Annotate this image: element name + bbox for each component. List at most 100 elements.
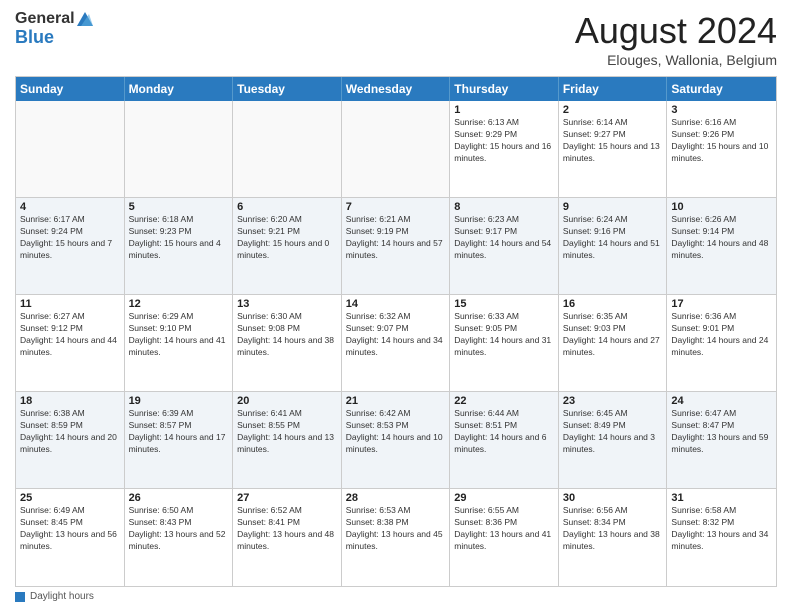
- sun-info: Sunrise: 6:29 AM Sunset: 9:10 PM Dayligh…: [129, 311, 229, 359]
- sun-info: Sunrise: 6:16 AM Sunset: 9:26 PM Dayligh…: [671, 117, 772, 165]
- day-number: 1: [454, 104, 554, 116]
- sun-info: Sunrise: 6:49 AM Sunset: 8:45 PM Dayligh…: [20, 505, 120, 553]
- day-number: 17: [671, 298, 772, 310]
- cal-header-day-sunday: Sunday: [16, 77, 125, 101]
- sun-info: Sunrise: 6:44 AM Sunset: 8:51 PM Dayligh…: [454, 408, 554, 456]
- day-number: 12: [129, 298, 229, 310]
- cal-cell-20: 20Sunrise: 6:41 AM Sunset: 8:55 PM Dayli…: [233, 392, 342, 488]
- cal-header-day-monday: Monday: [125, 77, 234, 101]
- cal-week-2: 4Sunrise: 6:17 AM Sunset: 9:24 PM Daylig…: [16, 198, 776, 295]
- day-number: 6: [237, 201, 337, 213]
- sun-info: Sunrise: 6:35 AM Sunset: 9:03 PM Dayligh…: [563, 311, 663, 359]
- cal-cell-8: 8Sunrise: 6:23 AM Sunset: 9:17 PM Daylig…: [450, 198, 559, 294]
- cal-week-4: 18Sunrise: 6:38 AM Sunset: 8:59 PM Dayli…: [16, 392, 776, 489]
- day-number: 3: [671, 104, 772, 116]
- day-number: 31: [671, 492, 772, 504]
- cal-cell-15: 15Sunrise: 6:33 AM Sunset: 9:05 PM Dayli…: [450, 295, 559, 391]
- day-number: 5: [129, 201, 229, 213]
- cal-cell-17: 17Sunrise: 6:36 AM Sunset: 9:01 PM Dayli…: [667, 295, 776, 391]
- sun-info: Sunrise: 6:24 AM Sunset: 9:16 PM Dayligh…: [563, 214, 663, 262]
- sun-info: Sunrise: 6:27 AM Sunset: 9:12 PM Dayligh…: [20, 311, 120, 359]
- sun-info: Sunrise: 6:18 AM Sunset: 9:23 PM Dayligh…: [129, 214, 229, 262]
- day-number: 16: [563, 298, 663, 310]
- footer-dot: [15, 592, 25, 602]
- day-number: 15: [454, 298, 554, 310]
- cal-cell-23: 23Sunrise: 6:45 AM Sunset: 8:49 PM Dayli…: [559, 392, 668, 488]
- sun-info: Sunrise: 6:42 AM Sunset: 8:53 PM Dayligh…: [346, 408, 446, 456]
- sun-info: Sunrise: 6:47 AM Sunset: 8:47 PM Dayligh…: [671, 408, 772, 456]
- cal-header-day-saturday: Saturday: [667, 77, 776, 101]
- calendar-body: 1Sunrise: 6:13 AM Sunset: 9:29 PM Daylig…: [16, 101, 776, 586]
- day-number: 27: [237, 492, 337, 504]
- cal-cell-1: 1Sunrise: 6:13 AM Sunset: 9:29 PM Daylig…: [450, 101, 559, 197]
- day-number: 29: [454, 492, 554, 504]
- day-number: 10: [671, 201, 772, 213]
- day-number: 28: [346, 492, 446, 504]
- calendar-header: SundayMondayTuesdayWednesdayThursdayFrid…: [16, 77, 776, 101]
- calendar: SundayMondayTuesdayWednesdayThursdayFrid…: [15, 76, 777, 587]
- cal-cell-10: 10Sunrise: 6:26 AM Sunset: 9:14 PM Dayli…: [667, 198, 776, 294]
- cal-cell-9: 9Sunrise: 6:24 AM Sunset: 9:16 PM Daylig…: [559, 198, 668, 294]
- cal-cell-2: 2Sunrise: 6:14 AM Sunset: 9:27 PM Daylig…: [559, 101, 668, 197]
- cal-cell-4: 4Sunrise: 6:17 AM Sunset: 9:24 PM Daylig…: [16, 198, 125, 294]
- cal-cell-22: 22Sunrise: 6:44 AM Sunset: 8:51 PM Dayli…: [450, 392, 559, 488]
- day-number: 13: [237, 298, 337, 310]
- cal-week-3: 11Sunrise: 6:27 AM Sunset: 9:12 PM Dayli…: [16, 295, 776, 392]
- cal-cell-empty-0-0: [16, 101, 125, 197]
- cal-cell-30: 30Sunrise: 6:56 AM Sunset: 8:34 PM Dayli…: [559, 489, 668, 586]
- sun-info: Sunrise: 6:32 AM Sunset: 9:07 PM Dayligh…: [346, 311, 446, 359]
- sun-info: Sunrise: 6:21 AM Sunset: 9:19 PM Dayligh…: [346, 214, 446, 262]
- cal-header-day-thursday: Thursday: [450, 77, 559, 101]
- sun-info: Sunrise: 6:14 AM Sunset: 9:27 PM Dayligh…: [563, 117, 663, 165]
- cal-cell-empty-0-1: [125, 101, 234, 197]
- day-number: 18: [20, 395, 120, 407]
- cal-cell-19: 19Sunrise: 6:39 AM Sunset: 8:57 PM Dayli…: [125, 392, 234, 488]
- day-number: 24: [671, 395, 772, 407]
- footer: Daylight hours: [15, 587, 777, 602]
- sun-info: Sunrise: 6:30 AM Sunset: 9:08 PM Dayligh…: [237, 311, 337, 359]
- day-number: 11: [20, 298, 120, 310]
- day-number: 26: [129, 492, 229, 504]
- day-number: 23: [563, 395, 663, 407]
- page: General Blue August 2024 Elouges, Wallon…: [0, 0, 792, 612]
- cal-cell-31: 31Sunrise: 6:58 AM Sunset: 8:32 PM Dayli…: [667, 489, 776, 586]
- cal-cell-26: 26Sunrise: 6:50 AM Sunset: 8:43 PM Dayli…: [125, 489, 234, 586]
- logo: General Blue: [15, 10, 93, 47]
- sun-info: Sunrise: 6:52 AM Sunset: 8:41 PM Dayligh…: [237, 505, 337, 553]
- cal-cell-28: 28Sunrise: 6:53 AM Sunset: 8:38 PM Dayli…: [342, 489, 451, 586]
- sun-info: Sunrise: 6:26 AM Sunset: 9:14 PM Dayligh…: [671, 214, 772, 262]
- logo-icon: [77, 12, 93, 26]
- cal-cell-27: 27Sunrise: 6:52 AM Sunset: 8:41 PM Dayli…: [233, 489, 342, 586]
- cal-cell-16: 16Sunrise: 6:35 AM Sunset: 9:03 PM Dayli…: [559, 295, 668, 391]
- cal-header-day-wednesday: Wednesday: [342, 77, 451, 101]
- header: General Blue August 2024 Elouges, Wallon…: [15, 10, 777, 68]
- day-number: 14: [346, 298, 446, 310]
- sun-info: Sunrise: 6:50 AM Sunset: 8:43 PM Dayligh…: [129, 505, 229, 553]
- cal-cell-18: 18Sunrise: 6:38 AM Sunset: 8:59 PM Dayli…: [16, 392, 125, 488]
- cal-cell-21: 21Sunrise: 6:42 AM Sunset: 8:53 PM Dayli…: [342, 392, 451, 488]
- sun-info: Sunrise: 6:39 AM Sunset: 8:57 PM Dayligh…: [129, 408, 229, 456]
- sun-info: Sunrise: 6:13 AM Sunset: 9:29 PM Dayligh…: [454, 117, 554, 165]
- sun-info: Sunrise: 6:36 AM Sunset: 9:01 PM Dayligh…: [671, 311, 772, 359]
- day-number: 25: [20, 492, 120, 504]
- sun-info: Sunrise: 6:55 AM Sunset: 8:36 PM Dayligh…: [454, 505, 554, 553]
- sun-info: Sunrise: 6:20 AM Sunset: 9:21 PM Dayligh…: [237, 214, 337, 262]
- cal-cell-29: 29Sunrise: 6:55 AM Sunset: 8:36 PM Dayli…: [450, 489, 559, 586]
- month-year: August 2024: [575, 10, 777, 52]
- title-section: August 2024 Elouges, Wallonia, Belgium: [575, 10, 777, 68]
- footer-label: Daylight hours: [30, 591, 94, 602]
- sun-info: Sunrise: 6:58 AM Sunset: 8:32 PM Dayligh…: [671, 505, 772, 553]
- sun-info: Sunrise: 6:23 AM Sunset: 9:17 PM Dayligh…: [454, 214, 554, 262]
- sun-info: Sunrise: 6:33 AM Sunset: 9:05 PM Dayligh…: [454, 311, 554, 359]
- sun-info: Sunrise: 6:17 AM Sunset: 9:24 PM Dayligh…: [20, 214, 120, 262]
- day-number: 21: [346, 395, 446, 407]
- cal-cell-empty-0-2: [233, 101, 342, 197]
- cal-cell-24: 24Sunrise: 6:47 AM Sunset: 8:47 PM Dayli…: [667, 392, 776, 488]
- sun-info: Sunrise: 6:41 AM Sunset: 8:55 PM Dayligh…: [237, 408, 337, 456]
- cal-cell-5: 5Sunrise: 6:18 AM Sunset: 9:23 PM Daylig…: [125, 198, 234, 294]
- cal-cell-6: 6Sunrise: 6:20 AM Sunset: 9:21 PM Daylig…: [233, 198, 342, 294]
- cal-week-5: 25Sunrise: 6:49 AM Sunset: 8:45 PM Dayli…: [16, 489, 776, 586]
- cal-cell-3: 3Sunrise: 6:16 AM Sunset: 9:26 PM Daylig…: [667, 101, 776, 197]
- day-number: 4: [20, 201, 120, 213]
- day-number: 2: [563, 104, 663, 116]
